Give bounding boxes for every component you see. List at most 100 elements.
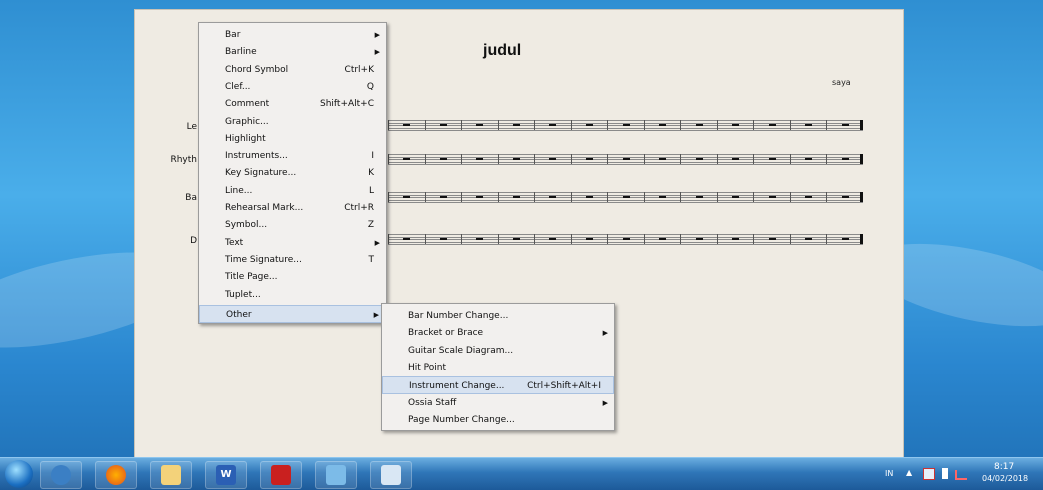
score-composer[interactable]: saya xyxy=(832,78,851,87)
whole-rest xyxy=(439,196,447,198)
menu-item[interactable]: Barline ▶ xyxy=(199,43,386,61)
barline xyxy=(607,154,609,164)
word-icon: W xyxy=(216,465,236,485)
menu-item[interactable]: Instruments... I xyxy=(199,147,386,165)
menu-item[interactable]: Key Signature... K xyxy=(199,164,386,182)
menu-item-other[interactable]: Other ▶ xyxy=(199,305,386,323)
menu-item[interactable]: Symbol... Z xyxy=(199,216,386,234)
menu-item-shortcut: L xyxy=(368,185,374,196)
taskbar-media-player[interactable] xyxy=(40,461,82,489)
start-button[interactable] xyxy=(5,460,33,488)
whole-rest xyxy=(805,124,813,126)
menu-item[interactable]: Ossia Staff ▶ xyxy=(382,394,614,412)
taskbar-firefox[interactable] xyxy=(95,461,137,489)
taskbar-acrobat[interactable] xyxy=(260,461,302,489)
menu-item[interactable]: Chord Symbol Ctrl+K xyxy=(199,61,386,79)
whole-rest xyxy=(585,124,593,126)
firefox-icon xyxy=(106,465,126,485)
barline xyxy=(607,192,609,202)
menu-item[interactable]: Time Signature... T xyxy=(199,251,386,269)
menu-item[interactable]: Text ▶ xyxy=(199,234,386,252)
taskbar-paint[interactable] xyxy=(370,461,412,489)
menu-item[interactable]: Comment Shift+Alt+C xyxy=(199,95,386,113)
barline xyxy=(789,192,791,202)
whole-rest xyxy=(439,158,447,160)
barline xyxy=(643,120,645,130)
whole-rest xyxy=(476,158,484,160)
whole-rest xyxy=(695,196,703,198)
staff-line xyxy=(388,202,863,203)
barline xyxy=(643,234,645,244)
whole-rest xyxy=(439,124,447,126)
menu-item[interactable]: Bracket or Brace ▶ xyxy=(382,324,614,342)
language-indicator[interactable]: IN xyxy=(885,469,893,478)
whole-rest xyxy=(841,196,849,198)
barline xyxy=(570,234,572,244)
clock-date[interactable]: 04/02/2018 xyxy=(982,474,1028,483)
menu-item-shortcut: Ctrl+Shift+Alt+I xyxy=(527,381,601,392)
paint-icon xyxy=(381,465,401,485)
network-icon[interactable] xyxy=(955,470,967,480)
menu-item-label: Text xyxy=(225,237,244,248)
final-barline xyxy=(860,192,863,202)
whole-rest xyxy=(512,196,520,198)
barline xyxy=(716,234,718,244)
whole-rest xyxy=(841,124,849,126)
show-hidden-icons-icon[interactable]: ▲ xyxy=(906,468,912,477)
final-barline xyxy=(860,234,863,244)
menu-item[interactable]: Title Page... xyxy=(199,268,386,286)
menu-item[interactable]: Instrument Change... Ctrl+Shift+Alt+I xyxy=(382,376,614,395)
whole-rest xyxy=(805,238,813,240)
staff-line xyxy=(388,164,863,165)
menu-item-label: Guitar Scale Diagram... xyxy=(408,345,514,356)
menu-item-label: Rehearsal Mark... xyxy=(225,203,304,213)
barline xyxy=(388,120,389,130)
menu-item[interactable]: Bar ▶ xyxy=(199,26,386,44)
menu-item[interactable]: Rehearsal Mark... Ctrl+R xyxy=(199,199,386,217)
whole-rest xyxy=(768,196,776,198)
menu-item-label: Clef... xyxy=(225,81,251,92)
other-submenu: Bar Number Change... Bracket or Brace ▶ Gui… xyxy=(381,303,615,431)
menu-item[interactable]: Page Number Change... xyxy=(382,411,614,429)
instrument-label-bass: Ba xyxy=(185,193,197,203)
menu-item[interactable]: Clef... Q xyxy=(199,78,386,96)
barline xyxy=(643,154,645,164)
barline xyxy=(461,234,463,244)
menu-item-label: Instrument Change... xyxy=(409,381,505,392)
staff-lead[interactable] xyxy=(388,120,863,131)
acrobat-icon xyxy=(271,465,291,485)
menu-item-label: Title Page... xyxy=(225,272,278,283)
whole-rest xyxy=(403,238,411,240)
web-app-icon xyxy=(326,465,346,485)
staff-line xyxy=(388,130,863,131)
staff-drums[interactable] xyxy=(388,234,863,245)
menu-item[interactable]: Bar Number Change... xyxy=(382,307,614,325)
instrument-label-drums: D xyxy=(190,236,197,246)
action-center-icon[interactable] xyxy=(923,468,935,480)
menu-item[interactable]: Highlight xyxy=(199,130,386,148)
battery-icon[interactable] xyxy=(942,468,948,479)
menu-item[interactable]: Guitar Scale Diagram... xyxy=(382,342,614,360)
barline xyxy=(424,234,426,244)
score-title[interactable]: judul xyxy=(483,42,521,60)
whole-rest xyxy=(403,158,411,160)
clock-time[interactable]: 8:17 xyxy=(994,462,1014,472)
menu-item[interactable]: Hit Point xyxy=(382,359,614,377)
menu-item[interactable]: Graphic... xyxy=(199,113,386,131)
menu-item-shortcut: Ctrl+R xyxy=(344,203,374,213)
barline xyxy=(534,234,536,244)
staff-bass[interactable] xyxy=(388,192,863,203)
taskbar-word[interactable]: W xyxy=(205,461,247,489)
menu-item-label: Line... xyxy=(225,185,253,196)
menu-item-label: Other xyxy=(226,310,252,320)
taskbar-file-explorer[interactable] xyxy=(150,461,192,489)
whole-rest xyxy=(622,238,630,240)
menu-item[interactable]: Line... L xyxy=(199,182,386,200)
menu-item[interactable]: Tuplet... xyxy=(199,286,386,304)
barline xyxy=(680,154,682,164)
barline xyxy=(534,192,536,202)
staff-rhythm[interactable] xyxy=(388,154,863,165)
staff-line xyxy=(388,244,863,245)
taskbar-web-app[interactable] xyxy=(315,461,357,489)
whole-rest xyxy=(841,238,849,240)
